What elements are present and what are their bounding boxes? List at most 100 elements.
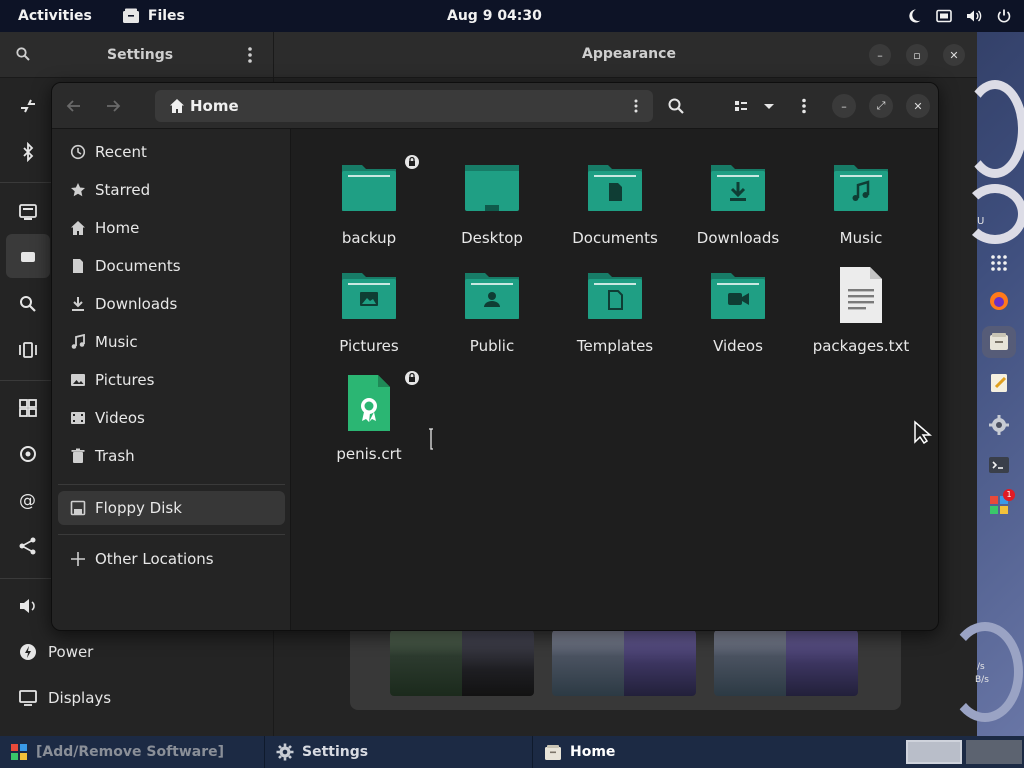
text-editor-icon[interactable] bbox=[988, 372, 1010, 394]
file-item-penis-crt[interactable]: penis.crt bbox=[313, 371, 423, 475]
activities-button[interactable]: Activities bbox=[18, 8, 92, 24]
bluetooth-icon[interactable] bbox=[18, 142, 38, 162]
sidebar-label: Home bbox=[95, 219, 140, 237]
picture-icon bbox=[71, 374, 85, 386]
clock[interactable]: Aug 9 04:30 bbox=[447, 8, 542, 24]
file-item-downloads[interactable]: Downloads bbox=[682, 159, 792, 259]
file-name: Pictures bbox=[339, 337, 399, 355]
sound-icon[interactable] bbox=[18, 596, 38, 616]
search-settings-icon[interactable] bbox=[18, 294, 38, 314]
taskbar: [Add/Remove Software] Settings Home bbox=[0, 736, 1024, 768]
top-bar: Activities Files Aug 9 04:30 bbox=[0, 0, 1024, 32]
file-item-templates[interactable]: Templates bbox=[559, 267, 669, 367]
pictures-folder-icon bbox=[342, 273, 396, 319]
wallpaper-thumbnail[interactable] bbox=[552, 630, 696, 696]
sidebar-item-other-locations[interactable]: Other Locations bbox=[58, 542, 285, 576]
taskbar-separator bbox=[264, 736, 265, 768]
path-bar[interactable]: Home bbox=[155, 90, 653, 122]
sidebar-item-videos[interactable]: Videos bbox=[58, 401, 285, 435]
sidebar-item-music[interactable]: Music bbox=[58, 325, 285, 359]
file-item-public[interactable]: Public bbox=[436, 267, 546, 367]
sidebar-item-downloads[interactable]: Downloads bbox=[58, 287, 285, 321]
close-button[interactable]: ✕ bbox=[906, 94, 930, 118]
file-item-music[interactable]: Music bbox=[805, 159, 915, 259]
file-name: Videos bbox=[713, 337, 763, 355]
firefox-icon[interactable] bbox=[988, 290, 1010, 312]
power-icon[interactable] bbox=[996, 8, 1012, 24]
music-folder-icon bbox=[834, 165, 888, 211]
settings-menu-icon[interactable] bbox=[246, 46, 254, 64]
search-icon[interactable] bbox=[667, 97, 685, 115]
svg-text:@: @ bbox=[19, 491, 36, 510]
path-menu-icon[interactable] bbox=[629, 98, 643, 114]
sidebar-label: Recent bbox=[95, 143, 147, 161]
sidebar-item-home[interactable]: Home bbox=[58, 211, 285, 245]
sidebar-item-documents[interactable]: Documents bbox=[58, 249, 285, 283]
multitasking-icon[interactable] bbox=[18, 340, 38, 360]
sharing-icon[interactable] bbox=[18, 536, 38, 556]
taskbar-separator bbox=[532, 736, 533, 768]
applications-icon[interactable] bbox=[18, 398, 38, 418]
search-icon[interactable] bbox=[16, 47, 30, 61]
downloads-folder-icon bbox=[711, 165, 765, 211]
templates-folder-icon bbox=[588, 273, 642, 319]
app-grid-icon[interactable] bbox=[988, 252, 1010, 274]
files-dock-icon[interactable] bbox=[988, 331, 1010, 353]
sidebar-item-starred[interactable]: Starred bbox=[58, 173, 285, 207]
volume-icon[interactable] bbox=[966, 8, 982, 24]
chevron-down-icon[interactable] bbox=[760, 97, 778, 115]
forward-arrow-icon[interactable] bbox=[105, 98, 121, 114]
app-menu[interactable]: Files bbox=[122, 8, 185, 24]
settings-sidebar-header: Settings bbox=[0, 32, 274, 78]
workspace-2[interactable] bbox=[966, 740, 1022, 764]
minimize-button[interactable]: – bbox=[869, 44, 891, 66]
privacy-icon[interactable] bbox=[18, 444, 38, 464]
screenshot-icon[interactable] bbox=[936, 8, 952, 24]
terminal-icon[interactable] bbox=[988, 454, 1010, 476]
wallpaper-thumbnail[interactable] bbox=[390, 630, 534, 696]
network-monitor-ring bbox=[947, 622, 1023, 722]
settings-dock-icon[interactable] bbox=[988, 414, 1010, 436]
wallpaper-thumbnail[interactable] bbox=[714, 630, 858, 696]
file-item-desktop[interactable]: Desktop bbox=[436, 159, 546, 259]
system-tray[interactable] bbox=[906, 8, 1012, 24]
minimize-button[interactable]: – bbox=[832, 94, 856, 118]
notifications-icon[interactable] bbox=[18, 248, 38, 268]
sidebar-item-trash[interactable]: Trash bbox=[58, 439, 285, 473]
main-menu-icon[interactable] bbox=[795, 97, 813, 115]
taskbar-item-home[interactable]: Home bbox=[544, 736, 615, 768]
close-button[interactable]: ✕ bbox=[943, 44, 965, 66]
gear-icon bbox=[276, 743, 294, 761]
monitor-label: /s bbox=[977, 662, 985, 672]
taskbar-item-software[interactable]: [Add/Remove Software] bbox=[10, 736, 224, 768]
network-icon[interactable] bbox=[18, 96, 38, 116]
view-grid-icon[interactable] bbox=[732, 97, 750, 115]
file-item-documents[interactable]: Documents bbox=[559, 159, 669, 259]
back-arrow-icon[interactable] bbox=[66, 98, 82, 114]
desktop-folder-icon bbox=[465, 165, 519, 211]
taskbar-label: Home bbox=[570, 744, 616, 760]
workspace-1[interactable] bbox=[906, 740, 962, 764]
file-item-pictures[interactable]: Pictures bbox=[313, 267, 423, 367]
sidebar-item-pictures[interactable]: Pictures bbox=[58, 363, 285, 397]
background-icon[interactable] bbox=[18, 202, 38, 222]
file-name: Downloads bbox=[696, 229, 780, 247]
home-icon bbox=[71, 221, 85, 235]
file-item-packages-txt[interactable]: packages.txt bbox=[805, 267, 915, 367]
wallpaper-grid bbox=[350, 628, 901, 710]
path-label[interactable]: Home bbox=[190, 97, 239, 115]
maximize-button[interactable]: ⤢ bbox=[869, 94, 893, 118]
file-item-backup[interactable]: backup bbox=[313, 155, 423, 259]
online-accounts-icon[interactable]: @ bbox=[18, 490, 38, 510]
maximize-button[interactable]: ▫ bbox=[906, 44, 928, 66]
displays-icon bbox=[19, 690, 37, 706]
sidebar-item-recent[interactable]: Recent bbox=[58, 135, 285, 169]
file-name: penis.crt bbox=[336, 445, 402, 463]
file-item-videos[interactable]: Videos bbox=[682, 267, 792, 367]
file-name: Desktop bbox=[461, 229, 523, 247]
public-folder-icon bbox=[465, 273, 519, 319]
files-header-bar: Home – ⤢ ✕ bbox=[52, 83, 938, 129]
sidebar-item-floppy-disk[interactable]: Floppy Disk bbox=[58, 491, 285, 525]
taskbar-item-settings[interactable]: Settings bbox=[276, 736, 368, 768]
night-mode-icon[interactable] bbox=[906, 8, 922, 24]
